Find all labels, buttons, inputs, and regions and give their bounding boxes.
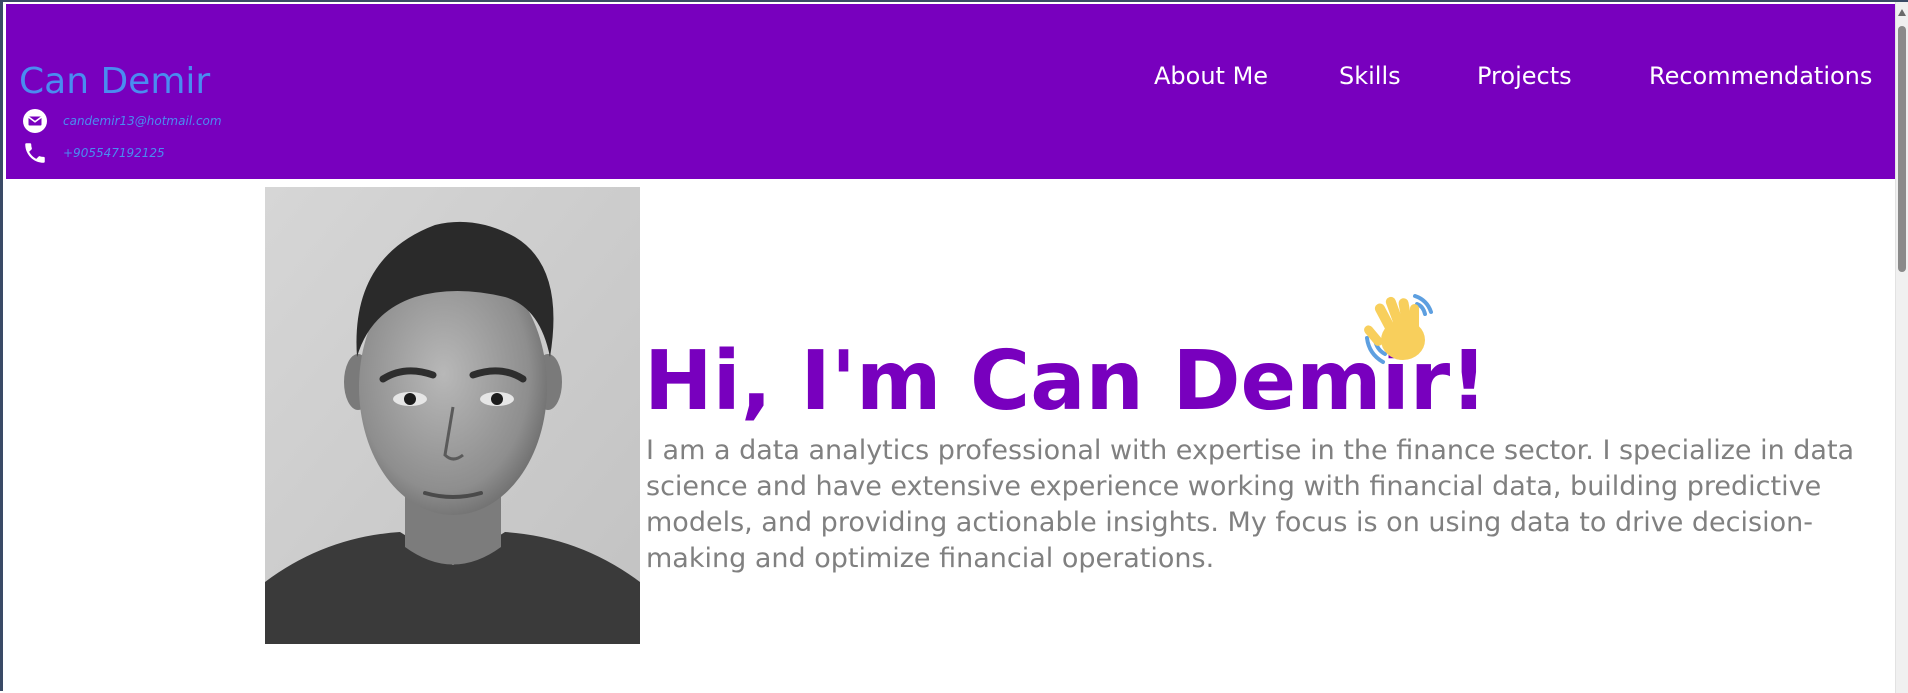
scrollbar-thumb[interactable] bbox=[1898, 26, 1906, 272]
browser-viewport: Can Demir candemir13@hotmail.com +905547… bbox=[0, 0, 1908, 693]
contact-email[interactable]: candemir13@hotmail.com bbox=[22, 108, 222, 134]
phone-text: +905547192125 bbox=[63, 146, 165, 160]
vertical-scrollbar[interactable] bbox=[1895, 2, 1908, 693]
hero-intro-text: I am a data analytics professional with … bbox=[646, 435, 1855, 574]
nav-recommendations[interactable]: Recommendations bbox=[1649, 62, 1872, 90]
phone-icon bbox=[22, 140, 48, 166]
nav-about-me[interactable]: About Me bbox=[1154, 62, 1268, 90]
mail-icon bbox=[22, 108, 48, 134]
brand-name[interactable]: Can Demir bbox=[19, 61, 210, 102]
contact-phone[interactable]: +905547192125 bbox=[22, 140, 165, 166]
site-header: Can Demir candemir13@hotmail.com +905547… bbox=[6, 4, 1898, 179]
scroll-up-arrow-icon[interactable] bbox=[1898, 9, 1906, 16]
email-text: candemir13@hotmail.com bbox=[63, 114, 222, 128]
waving-hand-icon bbox=[1361, 288, 1443, 370]
nav-skills[interactable]: Skills bbox=[1339, 62, 1401, 90]
profile-photo bbox=[265, 187, 640, 644]
nav-projects[interactable]: Projects bbox=[1477, 62, 1572, 90]
